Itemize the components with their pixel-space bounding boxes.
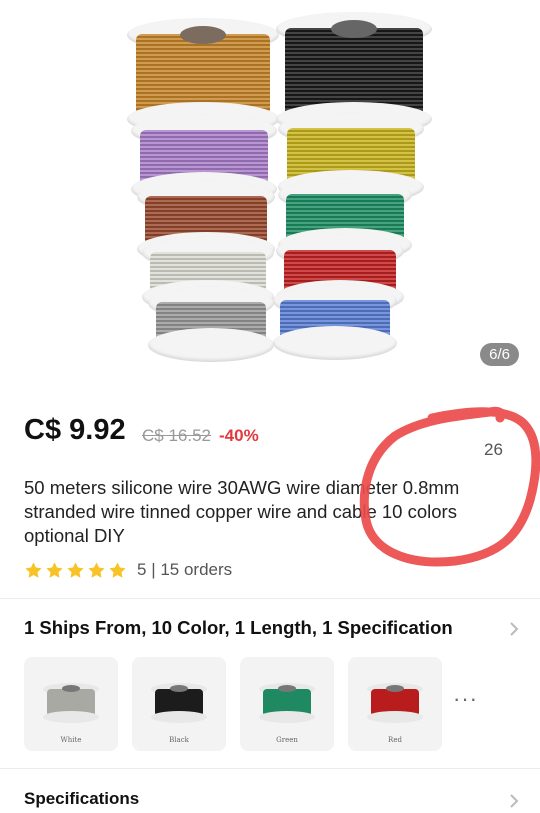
divider [0, 598, 540, 599]
rating-stars [24, 561, 127, 580]
star-icon [67, 561, 84, 578]
original-price: C$ 16.52 [142, 426, 211, 445]
variant-option-black[interactable]: Black [132, 657, 226, 751]
specifications-label: Specifications [24, 789, 140, 808]
rating-score: 5 | 15 orders [137, 560, 233, 579]
wishlist-count[interactable]: 26 [484, 440, 503, 460]
spool-blue [273, 284, 397, 360]
divider [0, 768, 540, 769]
spool-grey [148, 286, 274, 362]
variant-summary: 1 Ships From, 10 Color, 1 Length, 1 Spec… [24, 617, 453, 638]
variant-option-label: Black [169, 736, 189, 744]
image-counter-badge: 6/6 [480, 343, 519, 366]
variant-option-green[interactable]: Green [240, 657, 334, 751]
discount-badge: -40% [219, 426, 259, 445]
specifications-row[interactable]: Specifications [24, 789, 524, 813]
star-icon [46, 561, 63, 578]
product-title: 50 meters silicone wire 30AWG wire diame… [24, 477, 460, 546]
rating-summary[interactable]: 5 | 15 orders [24, 560, 232, 580]
more-options-icon[interactable]: ··· [453, 686, 478, 712]
variant-option-white[interactable]: White [24, 657, 118, 751]
variant-option-label: Red [388, 736, 402, 744]
variant-option-label: Green [276, 736, 298, 744]
chevron-right-icon [510, 622, 519, 636]
product-image-gallery[interactable]: 6/6 [0, 0, 540, 380]
variant-selector[interactable]: 1 Ships From, 10 Color, 1 Length, 1 Spec… [24, 617, 524, 641]
variant-option-label: White [60, 736, 82, 744]
star-icon [25, 561, 42, 578]
variant-thumbnails: White Black Green Red [24, 657, 442, 751]
variant-option-red[interactable]: Red [348, 657, 442, 751]
chevron-right-icon [510, 794, 519, 808]
star-icon [88, 561, 105, 578]
sale-price: C$ 9.92 [24, 414, 126, 446]
star-icon [109, 561, 126, 578]
